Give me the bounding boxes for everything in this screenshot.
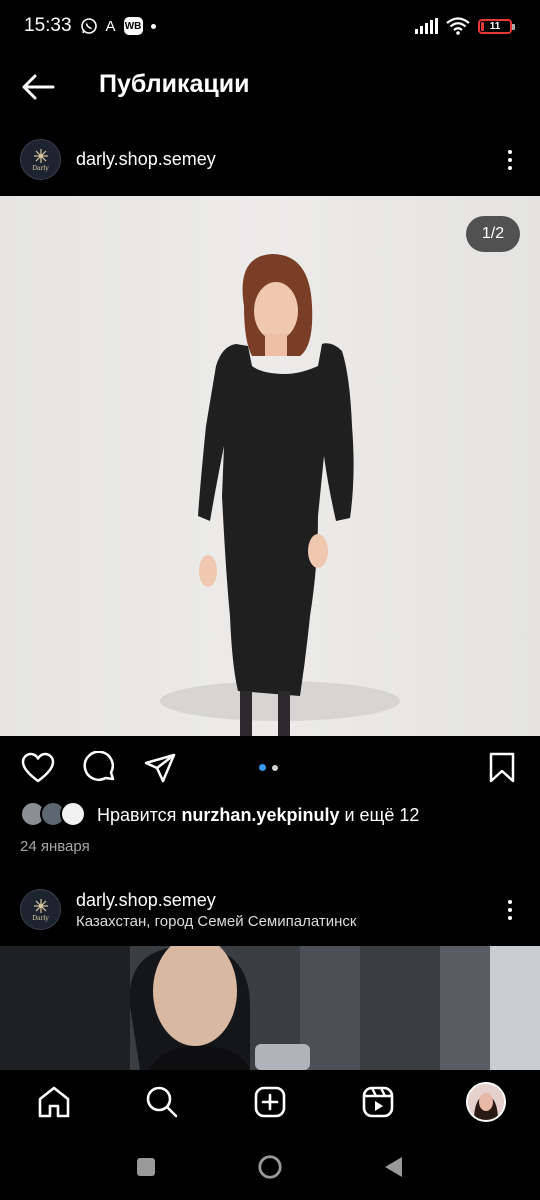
create-icon (254, 1086, 286, 1118)
dot-icon (508, 908, 512, 912)
dot-icon (508, 916, 512, 920)
whatsapp-icon (80, 18, 97, 34)
app-header: Публикации (0, 56, 540, 118)
recents-button[interactable] (133, 1154, 159, 1180)
wifi-icon (446, 17, 470, 35)
signal-icon (415, 18, 438, 34)
bottom-nav (0, 1070, 540, 1134)
avatar-brand-text: Darly (32, 164, 49, 172)
post-username[interactable]: darly.shop.semey (76, 149, 216, 170)
post-image[interactable]: 1/2 (0, 196, 540, 736)
avatar-brand-text: Darly (32, 914, 49, 922)
heart-icon (21, 752, 55, 783)
post-image[interactable] (0, 946, 540, 1070)
likes-row[interactable]: Нравится nurzhan.yekpinuly и ещё 12 (20, 800, 419, 830)
nav-reels[interactable] (360, 1084, 396, 1120)
carousel-indicator (259, 764, 278, 771)
page-title: Публикации (99, 70, 250, 98)
nav-home[interactable] (36, 1084, 72, 1120)
post-date: 24 января (20, 838, 90, 855)
home-circle-icon (258, 1155, 282, 1179)
likes-suffix: и ещё 12 (339, 804, 420, 825)
dot-icon (508, 150, 512, 154)
likes-text: Нравится nurzhan.yekpinuly и ещё 12 (97, 805, 419, 826)
carousel-dot (272, 764, 278, 771)
home-icon (38, 1086, 70, 1118)
likes-username[interactable]: nurzhan.yekpinuly (181, 805, 339, 825)
carousel-dot-active (259, 764, 266, 771)
nav-create[interactable] (252, 1084, 288, 1120)
more-options-button[interactable] (500, 145, 520, 175)
dot-icon (508, 158, 512, 162)
flower-logo-icon (33, 898, 48, 913)
bookmark-icon (489, 752, 515, 783)
wb-app-icon: WB (123, 17, 143, 35)
comment-icon (83, 751, 115, 781)
back-triangle-icon (385, 1157, 402, 1177)
home-system-button[interactable] (257, 1154, 283, 1180)
battery-icon: 11 (478, 18, 515, 34)
recents-icon (137, 1158, 155, 1176)
overflow-dot-icon (150, 23, 156, 29)
status-bar: 15:33 A WB 11 (0, 0, 540, 52)
post-header: Darly darly.shop.semey Казахстан, город … (0, 880, 540, 940)
dot-icon (508, 900, 512, 904)
search-icon (146, 1086, 178, 1118)
arrow-left-icon (22, 74, 55, 100)
post-actions (0, 744, 540, 792)
nav-profile-avatar[interactable] (466, 1082, 506, 1122)
post-username[interactable]: darly.shop.semey (76, 890, 216, 911)
system-nav (0, 1134, 540, 1200)
liker-avatars (20, 801, 88, 829)
share-button[interactable] (142, 750, 178, 786)
like-button[interactable] (20, 750, 56, 786)
reels-icon (362, 1086, 394, 1118)
notification-icons: A WB (80, 17, 156, 35)
flower-logo-icon (33, 148, 48, 163)
liker-avatar (60, 801, 86, 827)
comment-button[interactable] (82, 750, 118, 786)
share-icon (144, 753, 176, 783)
profile-photo (468, 1084, 504, 1120)
more-options-button[interactable] (500, 895, 520, 925)
dot-icon (508, 166, 512, 170)
account-avatar[interactable]: Darly (20, 139, 61, 180)
carrier-letter: A (105, 17, 116, 35)
selfie-photo (0, 946, 540, 1070)
save-button[interactable] (484, 750, 520, 786)
status-time: 15:33 (24, 15, 72, 36)
account-avatar[interactable]: Darly (20, 889, 61, 930)
likes-prefix: Нравится (97, 804, 182, 825)
back-button[interactable] (20, 70, 56, 104)
post-location[interactable]: Казахстан, город Семей Семипалатинск (76, 913, 356, 930)
post-header: Darly darly.shop.semey (0, 130, 540, 190)
model-photo (160, 254, 400, 736)
image-counter: 1/2 (466, 216, 520, 252)
nav-search[interactable] (144, 1084, 180, 1120)
battery-level: 11 (489, 20, 501, 32)
back-system-button[interactable] (380, 1154, 406, 1180)
